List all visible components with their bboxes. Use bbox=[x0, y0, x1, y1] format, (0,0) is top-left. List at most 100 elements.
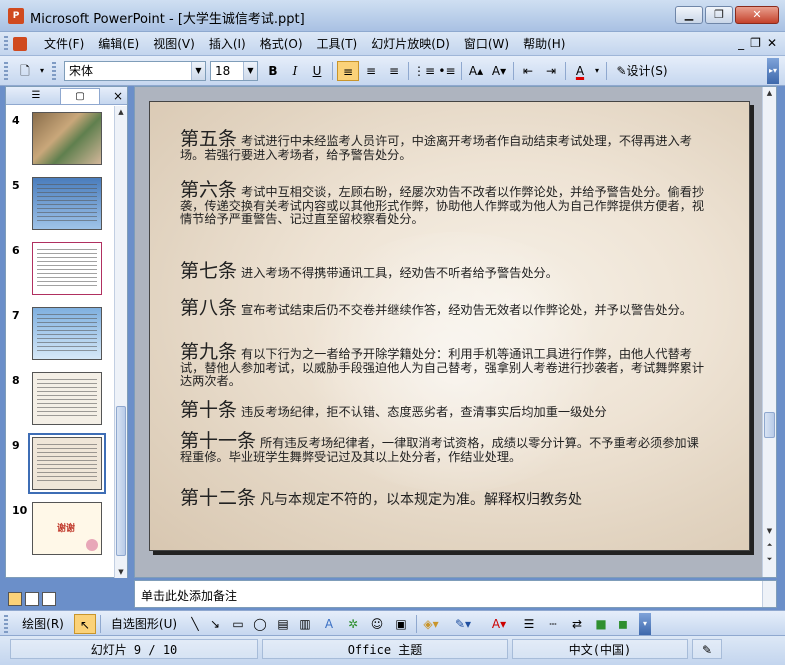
line-icon[interactable]: ╲ bbox=[186, 614, 204, 634]
decrease-font-size-icon[interactable]: A▾ bbox=[488, 61, 510, 81]
scroll-up-icon[interactable]: ▲ bbox=[763, 87, 776, 99]
slideshow-view-icon[interactable] bbox=[42, 592, 56, 606]
slides-pane-scrollbar[interactable]: ▲ ▼ bbox=[114, 106, 127, 578]
clause-6[interactable]: 第六条 考试中互相交谈，左顾右盼，经屡次劝告不改者以作弊论处，并给予警告处分。偷看… bbox=[180, 181, 710, 227]
toolbar-grip-icon[interactable] bbox=[52, 62, 56, 80]
next-slide-icon[interactable]: ⏷ bbox=[763, 553, 776, 565]
previous-slide-icon[interactable]: ⏶ bbox=[763, 539, 776, 551]
close-button[interactable]: ✕ bbox=[735, 6, 779, 24]
line-color-icon[interactable]: ✎▾ bbox=[452, 614, 474, 634]
doc-restore-button[interactable]: ❐ bbox=[750, 36, 761, 50]
language-status[interactable]: 中文(中国) bbox=[512, 639, 688, 659]
slide-thumbnail[interactable]: 5 bbox=[6, 177, 114, 239]
font-color-button[interactable]: A bbox=[569, 61, 591, 81]
rectangle-icon[interactable]: ▭ bbox=[228, 614, 248, 634]
clause-12[interactable]: 第十二条 凡与本规定不符的，以本规定为准。解释权归教务处 bbox=[180, 489, 710, 508]
new-document-icon[interactable]: 🗋 bbox=[14, 61, 36, 81]
scroll-down-icon[interactable]: ▼ bbox=[763, 525, 776, 537]
shadow-style-icon[interactable]: ■ bbox=[592, 614, 610, 634]
toolbar-overflow-icon[interactable]: ▾ bbox=[639, 613, 651, 635]
picture-icon[interactable]: ▣ bbox=[392, 614, 410, 634]
notes-pane[interactable]: 单击此处添加备注 bbox=[134, 580, 777, 608]
bold-button[interactable]: B bbox=[262, 61, 284, 81]
slide-thumbnail[interactable]: 6 bbox=[6, 242, 114, 304]
vertical-textbox-icon[interactable]: ▥ bbox=[296, 614, 314, 634]
scroll-down-icon[interactable]: ▼ bbox=[115, 566, 127, 578]
select-objects-icon[interactable]: ↖ bbox=[74, 614, 96, 634]
arrow-style-icon[interactable]: ⇄ bbox=[568, 614, 586, 634]
restore-button[interactable]: ❐ bbox=[705, 6, 733, 24]
wordart-icon[interactable]: A bbox=[320, 614, 338, 634]
chevron-down-icon[interactable]: ▼ bbox=[243, 62, 257, 80]
clause-8[interactable]: 第八条 宣布考试结束后仍不交卷并继续作答，经劝告无效者以作弊论处，并予以警告处分。 bbox=[180, 299, 710, 318]
font-size-combo[interactable]: 18 ▼ bbox=[210, 61, 258, 81]
slide-thumbnail-selected[interactable]: 9 bbox=[6, 433, 114, 499]
slide-thumbnail[interactable]: 7 bbox=[6, 307, 114, 369]
autoshapes-button[interactable]: 自选图形(U) bbox=[104, 614, 184, 634]
clause-10[interactable]: 第十条 违反考场纪律，拒不认错、态度恶劣者，查清事实后均加重一级处分 bbox=[180, 401, 710, 420]
normal-view-icon[interactable] bbox=[8, 592, 22, 606]
toolbar-grip-icon[interactable] bbox=[4, 615, 8, 633]
clause-7[interactable]: 第七条 进入考场不得携带通讯工具，经劝告不听者给予警告处分。 bbox=[180, 262, 710, 281]
scrollbar-thumb[interactable] bbox=[116, 406, 126, 556]
powerpoint-app-icon[interactable]: P bbox=[8, 8, 24, 24]
slide-sorter-view-icon[interactable] bbox=[25, 592, 39, 606]
increase-font-size-icon[interactable]: A▴ bbox=[465, 61, 487, 81]
align-right-button[interactable]: ≡ bbox=[383, 61, 405, 81]
design-button[interactable]: ✎设计(S) bbox=[611, 61, 673, 81]
menu-grip-icon[interactable] bbox=[4, 36, 8, 52]
pane-close-icon[interactable]: × bbox=[113, 87, 123, 105]
menu-view[interactable]: 视图(V) bbox=[147, 32, 203, 56]
3d-style-icon[interactable]: ◼ bbox=[614, 614, 632, 634]
notes-scrollbar[interactable] bbox=[762, 581, 776, 607]
italic-button[interactable]: I bbox=[284, 61, 306, 81]
line-style-icon[interactable]: ☰ bbox=[520, 614, 538, 634]
menu-file[interactable]: 文件(F) bbox=[38, 32, 92, 56]
clause-5[interactable]: 第五条 考试进行中未经监考人员许可，中途离开考场者作自动结束考试处理，不得再进入考… bbox=[180, 130, 710, 162]
chevron-down-icon[interactable]: ▼ bbox=[191, 62, 205, 80]
menu-format[interactable]: 格式(O) bbox=[254, 32, 311, 56]
toolbar-options-arrow-icon[interactable]: ▾ bbox=[36, 61, 48, 81]
doc-close-button[interactable]: ✕ bbox=[767, 36, 777, 50]
slide-vertical-scrollbar[interactable]: ▲ ▼ ⏶ ⏷ bbox=[762, 87, 776, 577]
fill-color-icon[interactable]: ◈▾ bbox=[420, 614, 442, 634]
clipart-icon[interactable]: ☺ bbox=[368, 614, 386, 634]
align-left-button[interactable]: ≡ bbox=[337, 61, 359, 81]
underline-button[interactable]: U bbox=[306, 61, 328, 81]
draw-menu-button[interactable]: 绘图(R) bbox=[14, 614, 72, 634]
decrease-indent-icon[interactable]: ⇤ bbox=[517, 61, 539, 81]
spelling-check-icon[interactable]: ✎ bbox=[692, 639, 722, 659]
current-slide[interactable]: 第五条 考试进行中未经监考人员许可，中途离开考场者作自动结束考试处理，不得再进入考… bbox=[149, 101, 750, 551]
clause-11[interactable]: 第十一条 所有违反考场纪律者，一律取消考试资格，成绩以零分计算。不予重考必须参加课… bbox=[180, 432, 710, 464]
theme-status[interactable]: Office 主题 bbox=[262, 639, 508, 659]
slide-thumbnail[interactable]: 4 bbox=[6, 112, 114, 174]
font-name-combo[interactable]: 宋体 ▼ bbox=[64, 61, 206, 81]
menu-edit[interactable]: 编辑(E) bbox=[92, 32, 147, 56]
oval-icon[interactable]: ◯ bbox=[250, 614, 270, 634]
align-center-button[interactable]: ≡ bbox=[360, 61, 382, 81]
tab-slides[interactable]: ▢ bbox=[60, 88, 100, 104]
scroll-up-icon[interactable]: ▲ bbox=[115, 106, 127, 118]
numbering-icon[interactable]: ⋮≡ bbox=[413, 61, 435, 81]
chevron-down-icon[interactable]: ▾ bbox=[591, 61, 603, 81]
textbox-icon[interactable]: ▤ bbox=[274, 614, 292, 634]
menu-window[interactable]: 窗口(W) bbox=[458, 32, 517, 56]
menu-insert[interactable]: 插入(I) bbox=[203, 32, 254, 56]
diagram-icon[interactable]: ✲ bbox=[344, 614, 362, 634]
increase-indent-icon[interactable]: ⇥ bbox=[540, 61, 562, 81]
arrow-icon[interactable]: ↘ bbox=[206, 614, 224, 634]
dash-style-icon[interactable]: ┄ bbox=[544, 614, 562, 634]
clause-9[interactable]: 第九条 有以下行为之一者给予开除学籍处分：利用手机等通讯工具进行作弊，由他人代替考… bbox=[180, 343, 710, 389]
font-color-icon[interactable]: A▾ bbox=[488, 614, 510, 634]
bullets-icon[interactable]: •≡ bbox=[436, 61, 458, 81]
toolbar-grip-icon[interactable] bbox=[4, 62, 8, 80]
slide-thumbnail[interactable]: 8 bbox=[6, 372, 114, 434]
toolbar-overflow-icon[interactable]: ▸▾ bbox=[767, 58, 779, 84]
document-icon[interactable] bbox=[13, 37, 27, 51]
minimize-button[interactable]: ▁ bbox=[675, 6, 703, 24]
menu-tools[interactable]: 工具(T) bbox=[311, 32, 366, 56]
slide-thumbnail[interactable]: 10 谢谢 bbox=[6, 502, 114, 564]
doc-minimize-button[interactable]: _ bbox=[738, 36, 744, 50]
tab-outline[interactable]: ☰ bbox=[16, 88, 56, 104]
menu-slideshow[interactable]: 幻灯片放映(D) bbox=[365, 32, 458, 56]
